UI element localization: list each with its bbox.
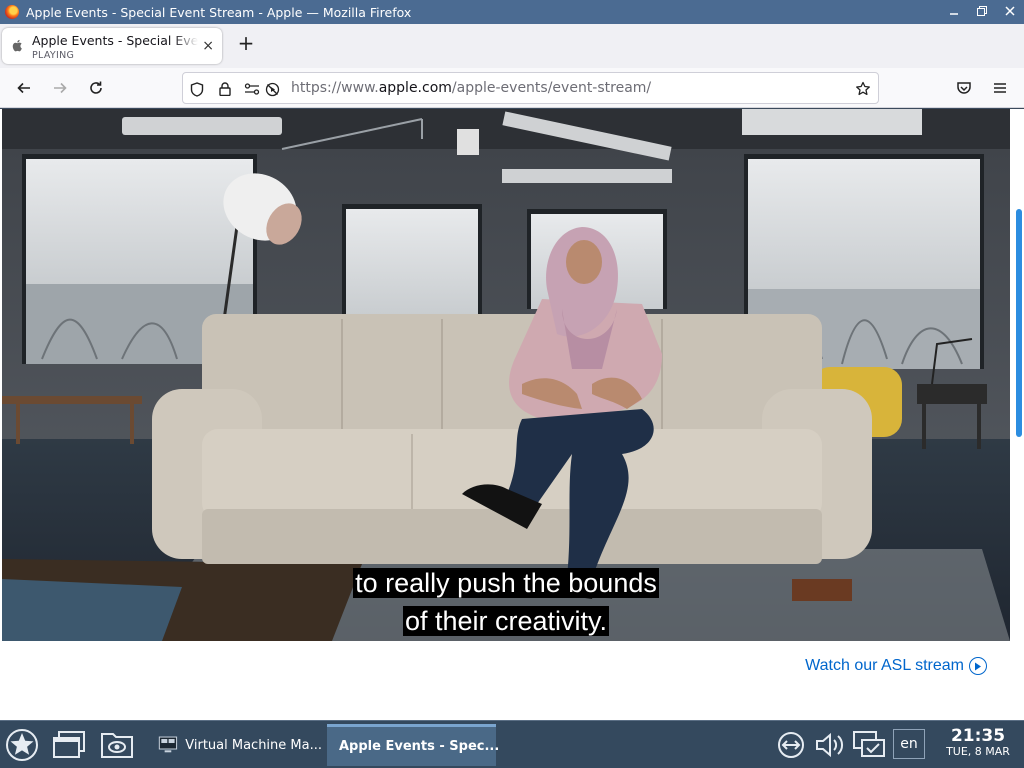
maximize-button[interactable]	[968, 5, 996, 19]
shield-icon[interactable]	[188, 80, 206, 98]
windows-icon	[53, 731, 85, 758]
close-window-button[interactable]	[996, 5, 1024, 19]
tab-bar: Apple Events - Special Event Stream - Ap…	[0, 24, 1024, 68]
apple-favicon-icon	[12, 39, 22, 52]
window-titlebar: Apple Events - Special Event Stream - Ap…	[0, 0, 1024, 24]
task-virtual-machine-manager[interactable]: Virtual Machine Ma...	[152, 724, 322, 766]
page-content: to really push the bounds of their creat…	[0, 109, 1024, 720]
navigation-toolbar: https://www.apple.com/apple-events/event…	[0, 68, 1024, 108]
network-icon[interactable]	[776, 727, 806, 763]
minimize-button[interactable]	[940, 6, 968, 19]
keyboard-layout-indicator[interactable]: en	[893, 729, 925, 759]
autoplay-blocked-icon[interactable]	[263, 80, 281, 98]
tab-playing-label: PLAYING	[32, 50, 75, 61]
task-firefox[interactable]: Apple Events - Spec...	[327, 724, 500, 766]
clock[interactable]: 21:35 TUE, 8 MAR	[940, 727, 1016, 759]
pocket-icon	[957, 82, 971, 94]
reload-icon	[90, 81, 102, 94]
start-menu-button[interactable]	[4, 727, 40, 763]
file-manager-button[interactable]	[100, 727, 134, 763]
close-tab-icon[interactable]: ×	[202, 38, 214, 54]
tab-title: Apple Events - Special Event Stream - Ap…	[32, 33, 198, 48]
star-launcher-icon	[6, 729, 38, 761]
asl-stream-link-label: Watch our ASL stream	[805, 657, 964, 674]
asl-stream-link[interactable]: Watch our ASL stream	[805, 657, 987, 675]
show-windows-button[interactable]	[52, 727, 86, 763]
reload-button[interactable]	[84, 76, 108, 100]
permissions-icon[interactable]	[243, 80, 261, 98]
arrow-right-icon	[54, 82, 67, 94]
play-circle-icon	[969, 657, 987, 675]
video-frame-image	[2, 109, 1010, 641]
display-icon[interactable]	[852, 727, 886, 763]
window-title: Apple Events - Special Event Stream - Ap…	[26, 4, 412, 20]
folder-eye-icon	[101, 733, 133, 758]
url-bar[interactable]: https://www.apple.com/apple-events/event…	[182, 72, 879, 104]
task-label: Apple Events - Spec...	[339, 739, 500, 754]
clock-date: TUE, 8 MAR	[946, 745, 1010, 758]
app-menu-button[interactable]	[988, 76, 1012, 100]
caption-line-2: of their creativity.	[402, 606, 610, 636]
forward-button[interactable]	[48, 76, 72, 100]
tab-apple-events[interactable]: Apple Events - Special Event Stream - Ap…	[2, 28, 222, 64]
volume-icon[interactable]	[814, 727, 846, 763]
task-label: Virtual Machine Ma...	[185, 737, 322, 753]
url-text[interactable]: https://www.apple.com/apple-events/event…	[291, 80, 651, 96]
virtual-machine-icon	[158, 736, 178, 753]
pocket-button[interactable]	[952, 76, 976, 100]
back-button[interactable]	[12, 76, 36, 100]
new-tab-button[interactable]: +	[234, 32, 258, 56]
firefox-icon	[5, 5, 19, 19]
hamburger-icon	[994, 83, 1006, 93]
arrow-left-icon	[17, 82, 30, 94]
taskbar: Virtual Machine Ma... Apple Events - Spe…	[0, 720, 1024, 768]
caption-line-1: to really push the bounds	[353, 568, 659, 598]
page-scrollbar[interactable]	[1016, 209, 1022, 437]
video-player[interactable]: to really push the bounds of their creat…	[2, 109, 1010, 641]
bookmark-star-icon[interactable]	[854, 80, 872, 98]
lock-icon[interactable]	[216, 80, 234, 98]
clock-time: 21:35	[950, 726, 1006, 746]
